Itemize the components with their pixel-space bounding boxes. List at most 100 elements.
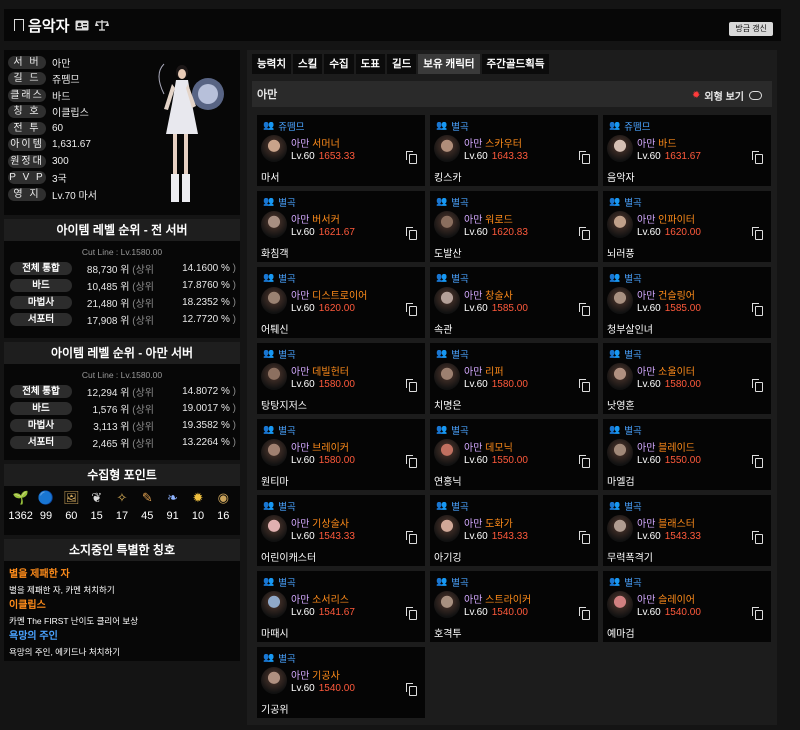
collect-items: 🌱 1362 🔵 99 🖼 60 ❦ 15 ✧ 17 ✎ 45 ❧ 91 ✹ 10 ◉ 16 [4,486,240,526]
copy-icon[interactable] [579,379,590,392]
orpheus-disc-icon: ◉ [217,490,229,505]
character-card[interactable]: 👥 별곡 아만 건슬링어 Lv.60 1585.00 청부살인녀 [603,267,771,338]
character-name: 아만 바드 [637,135,677,150]
character-nickname: 어퉤신 [261,325,289,336]
character-card[interactable]: 👥 별곡 아만 데빌헌터 Lv.60 1580.00 탕탕지저스 [257,343,425,414]
guild-name: 별곡 [278,197,296,209]
combat-level: Lv.60 [637,227,661,238]
character-card[interactable]: 👥 별곡 아만 도화가 Lv.60 1543.33 아기깅 [430,495,598,566]
copy-icon[interactable] [406,379,417,392]
character-card[interactable]: 👥 별곡 아만 리퍼 Lv.60 1580.00 치명은 [430,343,598,414]
bookmark-icon[interactable] [14,19,24,31]
character-card[interactable]: 👥 별곡 아만 기상술사 Lv.60 1543.33 어린이캐스터 [257,495,425,566]
character-guild: 👥 별곡 [436,575,598,589]
copy-icon[interactable] [752,379,763,392]
rank-number: 10,485 위 [86,282,130,293]
toggle-icon[interactable] [749,91,762,100]
character-card[interactable]: 👥 별곡 아만 블레이드 Lv.60 1550.00 마엘검 [603,419,771,490]
copy-icon[interactable] [406,227,417,240]
tab-0[interactable]: 능력치 [252,54,291,74]
character-card[interactable]: 👥 별곡 아만 워로드 Lv.60 1620.83 도발산 [430,191,598,262]
copy-icon[interactable] [406,151,417,164]
character-avatar [607,591,633,618]
rank-prefix: (상위 [129,265,154,276]
character-card[interactable]: 👥 별곡 아만 소서리스 Lv.60 1541.67 마때시 [257,571,425,642]
character-card[interactable]: 👥 별곡 아만 스트라이커 Lv.60 1540.00 호격투 [430,571,598,642]
copy-icon[interactable] [579,303,590,316]
character-level: Lv.60 1620.00 [291,303,355,314]
copy-icon[interactable] [406,607,417,620]
guild-members-icon: 👥 [436,272,448,282]
guild-members-icon: 👥 [609,272,621,282]
tab-1[interactable]: 스킬 [292,54,323,74]
character-card[interactable]: 👥 별곡 아만 창술사 Lv.60 1585.00 속관 [430,267,598,338]
item-level: 1585.00 [664,303,701,314]
rank-percent-value: 14.8072 % [182,386,230,397]
character-card[interactable]: 👥 별곡 아만 스카우터 Lv.60 1643.33 킹스카 [430,115,598,186]
copy-icon[interactable] [406,683,417,696]
tab-3[interactable]: 도표 [355,54,385,74]
refresh-button[interactable]: 방금 갱신 [729,22,773,36]
character-level: Lv.60 1541.67 [291,607,355,618]
copy-icon[interactable] [752,227,763,240]
rank-prefix: (상위 [129,405,154,416]
copy-icon[interactable] [752,151,763,164]
copy-icon[interactable] [752,531,763,544]
item-level: 1540.00 [664,607,701,618]
tab-5[interactable]: 보유 캐릭터 [418,54,480,74]
rank-percent: 18.2352 % ) [154,297,236,308]
rank-percent: 17.8760 % ) [154,280,236,291]
character-card[interactable]: 👥 쥬뗌므 아만 바드 Lv.60 1631.67 음악자 [603,115,771,186]
character-card[interactable]: 👥 별곡 아만 브레이커 Lv.60 1580.00 원티마 [257,419,425,490]
character-card[interactable]: 👥 별곡 아만 소울이터 Lv.60 1580.00 낫영혼 [603,343,771,414]
character-card[interactable]: 👥 별곡 아만 데모닉 Lv.60 1550.00 연홍닉 [430,419,598,490]
character-guild: 👥 별곡 [436,195,598,209]
profile-label: 서 버 [8,55,46,69]
copy-icon[interactable] [579,455,590,468]
character-name: 아만 기공사 [291,667,340,682]
character-avatar [434,211,460,238]
character-card[interactable]: 👥 별곡 아만 인파이터 Lv.60 1620.00 뇌러풍 [603,191,771,262]
copy-icon[interactable] [752,607,763,620]
guild-members-icon: 👥 [263,500,275,510]
character-nickname: 어린이캐스터 [261,553,317,564]
sun-icon: ✹ [692,90,701,101]
character-card[interactable]: 👥 별곡 아만 블래스터 Lv.60 1543.33 무력폭격기 [603,495,771,566]
character-name: 아만 데빌헌터 [291,363,349,378]
character-card[interactable]: 👥 별곡 아만 슬레이어 Lv.60 1540.00 예마검 [603,571,771,642]
character-name: 아만 리퍼 [464,363,504,378]
tab-2[interactable]: 수집 [324,54,354,74]
character-card[interactable]: 👥 별곡 아만 기공사 Lv.60 1540.00 기공위 [257,647,425,718]
great-art-icon: 🖼 [63,490,80,505]
copy-icon[interactable] [579,531,590,544]
rank-value: 1,576 위 (상위 [72,401,154,416]
copy-icon[interactable] [406,531,417,544]
copy-icon[interactable] [406,303,417,316]
rank-row: 바드 10,485 위 (상위 17.8760 % ) [4,277,240,294]
character-server: 아만 [637,139,656,150]
character-card[interactable]: 👥 별곡 아만 버서커 Lv.60 1621.67 화침객 [257,191,425,262]
appearance-toggle[interactable]: ✹ 외형 보기 [692,88,762,103]
copy-icon[interactable] [579,151,590,164]
copy-icon[interactable] [406,455,417,468]
guild-name: 별곡 [278,425,296,437]
character-guild: 👥 별곡 [436,119,598,133]
copy-icon[interactable] [579,227,590,240]
copy-icon[interactable] [752,303,763,316]
copy-icon[interactable] [579,607,590,620]
character-guild: 👥 별곡 [609,575,771,589]
character-card[interactable]: 👥 쥬뗌므 아만 서머너 Lv.60 1653.33 마서 [257,115,425,186]
guild-members-icon: 👥 [436,196,448,206]
character-guild: 👥 별곡 [609,271,771,285]
character-card[interactable]: 👥 별곡 아만 디스트로이어 Lv.60 1620.00 어퉤신 [257,267,425,338]
rank-percent-value: 12.7720 % [182,314,230,325]
scale-icon[interactable] [95,18,110,32]
tab-6[interactable]: 주간골드획득 [481,54,550,74]
character-guild: 👥 쥬뗌므 [609,119,771,133]
character-nickname: 호격투 [434,629,462,640]
rank-row: 마법사 3,113 위 (상위 19.3582 % ) [4,417,240,434]
tab-4[interactable]: 길드 [386,54,417,74]
id-card-icon[interactable] [75,18,89,32]
copy-icon[interactable] [752,455,763,468]
character-server: 아만 [464,367,483,378]
